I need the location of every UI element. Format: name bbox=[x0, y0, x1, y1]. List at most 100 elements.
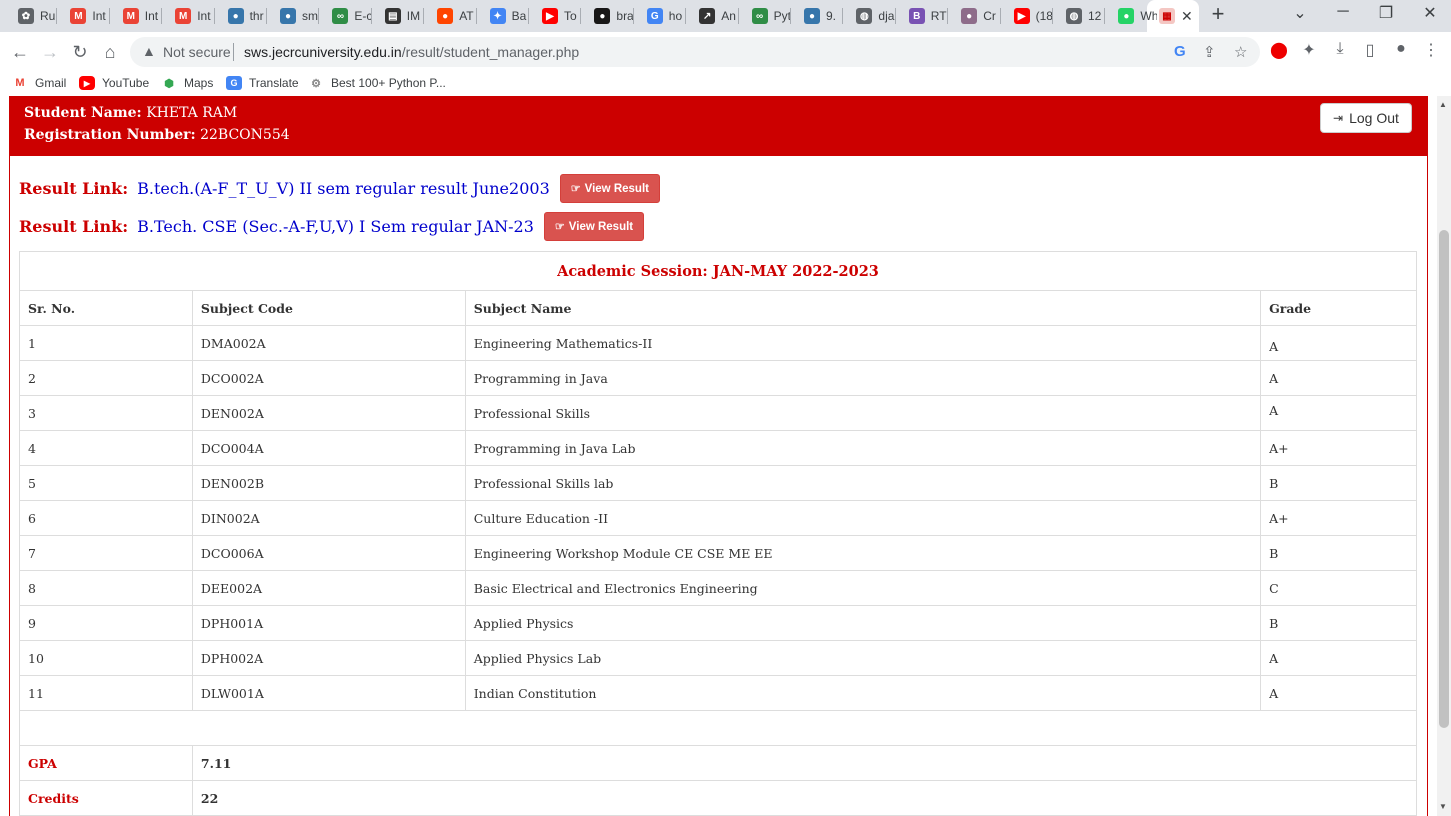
tab-separator bbox=[475, 8, 477, 24]
maximize-button[interactable]: ❐ bbox=[1371, 3, 1401, 23]
tab-separator bbox=[947, 8, 949, 24]
tab-item[interactable]: ∞ Pyt bbox=[740, 3, 790, 29]
cell-sr-no: 10 bbox=[19, 640, 193, 676]
header-subject-name: Subject Name bbox=[464, 290, 1262, 326]
menu-kebab-icon[interactable]: ⋮ bbox=[1420, 40, 1442, 60]
tab-separator bbox=[1052, 8, 1053, 24]
omnibox-divider bbox=[233, 43, 234, 61]
credits-row-value: 22 bbox=[191, 780, 1418, 816]
bookmark-gmail[interactable]: M Gmail bbox=[12, 76, 66, 90]
tab-item[interactable]: ✿ Ru bbox=[6, 3, 56, 29]
tab-item[interactable]: ● AT bbox=[425, 3, 475, 29]
cell-subject-name: Engineering Mathematics-II bbox=[464, 325, 1262, 361]
tab-item[interactable]: M Int bbox=[163, 3, 213, 29]
reload-icon[interactable]: ↻ bbox=[68, 40, 92, 64]
url-text[interactable]: sws.jecrcuniversity.edu.in/result/studen… bbox=[244, 44, 579, 60]
gpa-row-value: 7.11 bbox=[191, 745, 1418, 781]
url-path: /result/student_manager.php bbox=[401, 44, 580, 60]
student-name: KHETA RAM bbox=[146, 105, 238, 121]
cell-subject-name: Culture Education -II bbox=[464, 500, 1262, 536]
tab-item[interactable]: ● thr bbox=[216, 3, 266, 29]
close-window-button[interactable]: ✕ bbox=[1415, 3, 1445, 23]
tab-separator bbox=[790, 8, 791, 24]
view-result-button[interactable]: ☞ View Result bbox=[543, 212, 645, 241]
bookmark-label: Best 100+ Python P... bbox=[331, 76, 446, 90]
table-row: 10 DPH002A Applied Physics Lab A bbox=[19, 640, 1417, 676]
tab-separator bbox=[213, 8, 215, 24]
tab-item[interactable]: ● bra bbox=[582, 3, 633, 29]
avatar-icon: ● bbox=[961, 8, 978, 24]
new-tab-button[interactable]: + bbox=[1207, 3, 1229, 27]
logout-button[interactable]: ⇥ Log Out bbox=[1320, 103, 1412, 133]
view-result-button[interactable]: ☞ View Result bbox=[559, 174, 660, 203]
cell-subject-name: Programming in Java Lab bbox=[464, 430, 1262, 466]
google-lens-icon[interactable]: G bbox=[1174, 43, 1186, 60]
scroll-down-arrow-icon[interactable]: ▼ bbox=[1439, 802, 1447, 811]
bookmark-star-icon[interactable]: ☆ bbox=[1234, 43, 1247, 61]
back-icon[interactable]: ← bbox=[8, 40, 32, 64]
bookmark-translate[interactable]: G Translate bbox=[226, 76, 299, 90]
gmail-icon: M bbox=[15, 77, 25, 89]
maps-icon: ⬢ bbox=[164, 77, 174, 90]
tab-item[interactable]: ▶ (18 bbox=[1002, 3, 1052, 29]
tab-item[interactable]: ● sm bbox=[268, 3, 318, 29]
scroll-up-arrow-icon[interactable]: ▲ bbox=[1439, 100, 1447, 109]
home-icon[interactable]: ⌂ bbox=[98, 40, 122, 64]
python-icon: ● bbox=[804, 8, 820, 24]
cell-subject-code: DEN002B bbox=[191, 465, 466, 501]
tab-item[interactable]: M Int bbox=[58, 3, 108, 29]
python-icon: ● bbox=[280, 8, 296, 24]
scrollbar-thumb[interactable] bbox=[1439, 230, 1449, 728]
tab-separator bbox=[842, 8, 844, 24]
tab-item[interactable]: ◍ dja bbox=[844, 3, 894, 29]
tab-item[interactable]: ▶ To bbox=[530, 3, 580, 29]
bookmark-label: YouTube bbox=[102, 76, 150, 90]
github-icon: ● bbox=[594, 8, 611, 24]
cell-subject-code: DPH002A bbox=[191, 640, 466, 676]
download-icon[interactable]: ⤓ bbox=[1329, 40, 1351, 58]
credits-row-label: Credits bbox=[19, 780, 193, 816]
share-icon[interactable]: ⇪ bbox=[1203, 43, 1216, 61]
opera-extension-icon[interactable]: ⬤ bbox=[1268, 40, 1290, 60]
tab-item[interactable]: ● Wh bbox=[1106, 3, 1157, 29]
cell-sr-no: 8 bbox=[19, 570, 193, 606]
cell-subject-name: Engineering Workshop Module CE CSE ME EE bbox=[464, 535, 1262, 571]
table-row: 4 DCO004A Programming in Java Lab A+ bbox=[19, 430, 1417, 466]
academic-session: Academic Session: JAN-MAY 2022-2023 bbox=[19, 251, 1417, 291]
tab-label: thr bbox=[249, 9, 264, 23]
bookmark-maps[interactable]: ⬢ Maps bbox=[161, 76, 213, 90]
tab-item[interactable]: ✦ Ba bbox=[478, 3, 528, 29]
tab-item[interactable]: ∞ E-c bbox=[320, 3, 371, 29]
tab-item[interactable]: M Int bbox=[111, 3, 161, 29]
registration-label: Registration Number: bbox=[24, 127, 196, 143]
result-link-title[interactable]: B.tech.(A-F_T_U_V) II sem regular result… bbox=[137, 179, 550, 198]
tab-item[interactable]: ◍ 12 bbox=[1054, 3, 1104, 29]
tab-item[interactable]: ● Cr bbox=[949, 3, 999, 29]
tab-item[interactable]: ● 9. bbox=[792, 3, 842, 29]
tab-item[interactable]: ↗ An bbox=[687, 3, 737, 29]
cell-subject-name: Programming in Java bbox=[464, 360, 1262, 396]
forward-icon[interactable]: → bbox=[38, 40, 62, 64]
vertical-scrollbar[interactable]: ▲ ▼ bbox=[1437, 96, 1451, 816]
tab-item[interactable]: ▤ IM bbox=[373, 3, 423, 29]
side-panel-icon[interactable]: ▯ bbox=[1359, 40, 1381, 60]
result-link-title[interactable]: B.Tech. CSE (Sec.-A-F,U,V) I Sem regular… bbox=[137, 217, 534, 236]
extensions-puzzle-icon[interactable]: ✦ bbox=[1298, 40, 1320, 60]
not-secure-warning-icon[interactable]: ▲ bbox=[142, 43, 156, 59]
profile-avatar-icon[interactable]: ● bbox=[1390, 40, 1412, 58]
tab-item[interactable]: Gho bbox=[635, 3, 685, 29]
close-tab-icon[interactable]: ✕ bbox=[1181, 8, 1193, 25]
bookmark-youtube[interactable]: ▶ YouTube bbox=[79, 76, 149, 90]
cell-grade: A bbox=[1260, 640, 1417, 676]
result-link-row: Result Link: B.Tech. CSE (Sec.-A-F,U,V) … bbox=[19, 212, 645, 241]
minimize-button[interactable]: ─ bbox=[1328, 3, 1358, 21]
university-icon: ▦ bbox=[1159, 8, 1175, 24]
bookmark-python-projects[interactable]: ⚙ Best 100+ Python P... bbox=[308, 76, 446, 90]
tab-search-chevron-icon[interactable]: ⌄ bbox=[1285, 3, 1315, 23]
security-label[interactable]: Not secure bbox=[163, 44, 231, 60]
cell-grade: A+ bbox=[1260, 430, 1417, 466]
header-sr-no: Sr. No. bbox=[19, 290, 193, 326]
python-icon: ● bbox=[227, 8, 244, 24]
address-bar[interactable]: ▲ Not secure sws.jecrcuniversity.edu.in/… bbox=[130, 37, 1260, 67]
tab-item[interactable]: B RT bbox=[897, 3, 947, 29]
